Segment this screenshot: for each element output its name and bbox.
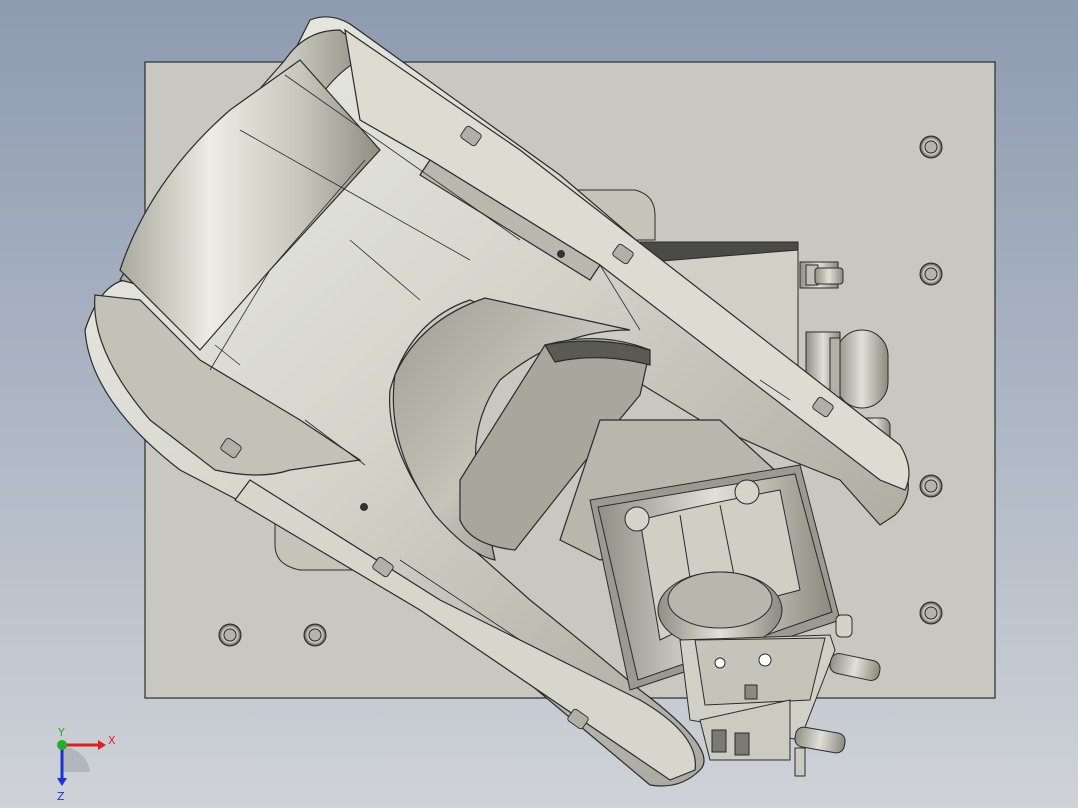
cad-viewport[interactable]: X Y Z: [0, 0, 1078, 808]
mounting-hole: [919, 262, 943, 286]
y-axis-label: Y: [57, 726, 65, 739]
x-axis-label: X: [108, 734, 116, 747]
cad-model-view[interactable]: [0, 0, 1078, 808]
x-axis-arrowhead: [98, 740, 106, 750]
z-axis-label: Z: [57, 790, 65, 802]
z-axis-arrowhead: [57, 778, 67, 786]
mounting-hole: [218, 623, 242, 647]
axis-triad: X Y Z: [57, 726, 116, 802]
y-axis-point: [57, 740, 67, 750]
mounting-hole: [919, 601, 943, 625]
mounting-hole: [303, 623, 327, 647]
mounting-hole: [919, 474, 943, 498]
mounting-hole: [919, 135, 943, 159]
